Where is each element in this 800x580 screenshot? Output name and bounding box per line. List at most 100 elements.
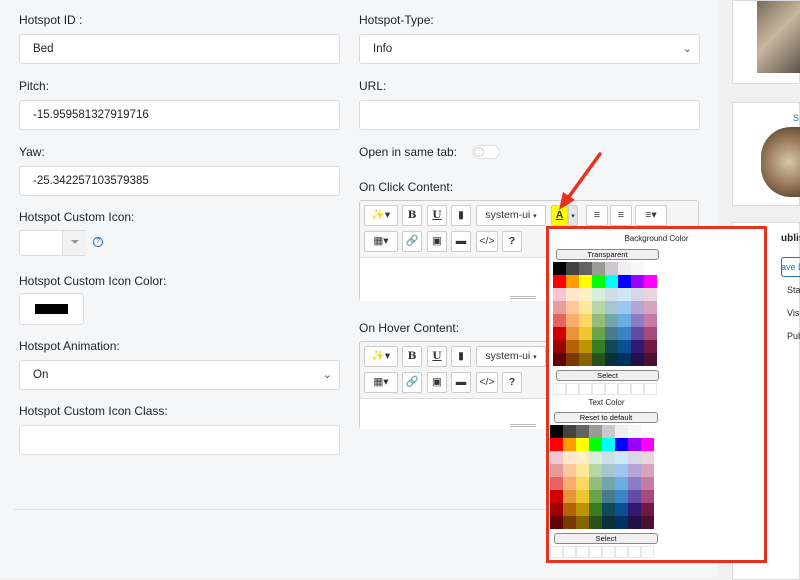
color-swatch[interactable] xyxy=(618,340,631,353)
color-swatch[interactable] xyxy=(644,314,657,327)
color-swatch[interactable] xyxy=(550,464,563,477)
color-swatch[interactable] xyxy=(641,438,654,451)
color-swatch[interactable] xyxy=(579,353,592,366)
color-swatch[interactable] xyxy=(631,262,644,275)
color-swatch[interactable] xyxy=(566,353,579,366)
color-swatch[interactable] xyxy=(566,327,579,340)
help-button[interactable]: ? xyxy=(502,231,522,252)
save-draft-button[interactable]: ave Draf xyxy=(781,257,800,277)
bold-button[interactable]: B xyxy=(402,346,422,367)
color-swatch[interactable] xyxy=(628,516,641,529)
custom-color-slot[interactable] xyxy=(553,383,566,395)
custom-color-slot[interactable] xyxy=(644,383,657,395)
underline-button[interactable]: U xyxy=(427,346,447,367)
url-input[interactable] xyxy=(359,100,700,130)
color-swatch[interactable] xyxy=(579,340,592,353)
color-swatch[interactable] xyxy=(628,425,641,438)
color-swatch[interactable] xyxy=(563,425,576,438)
custom-color-slot[interactable] xyxy=(579,383,592,395)
text-select-button[interactable]: Select xyxy=(554,533,658,544)
color-swatch[interactable] xyxy=(550,490,563,503)
font-family-button[interactable]: system-ui ▾ xyxy=(476,205,546,226)
table-button[interactable]: ▦▾ xyxy=(364,372,398,393)
color-swatch[interactable] xyxy=(631,301,644,314)
custom-color-slot[interactable] xyxy=(550,546,563,558)
color-swatch[interactable] xyxy=(631,275,644,288)
color-swatch[interactable] xyxy=(550,516,563,529)
color-swatch[interactable] xyxy=(563,516,576,529)
color-swatch[interactable] xyxy=(592,340,605,353)
help-button[interactable]: ? xyxy=(502,372,522,393)
color-swatch[interactable] xyxy=(628,503,641,516)
color-swatch[interactable] xyxy=(605,262,618,275)
color-swatch[interactable] xyxy=(566,301,579,314)
color-swatch[interactable] xyxy=(592,288,605,301)
ordered-list-button[interactable]: ≡ xyxy=(610,205,632,226)
color-swatch[interactable] xyxy=(644,301,657,314)
eraser-button[interactable]: ▮ xyxy=(451,205,471,226)
color-swatch[interactable] xyxy=(592,262,605,275)
link-button[interactable]: 🔗 xyxy=(402,231,422,252)
custom-icon-class-input[interactable] xyxy=(19,425,340,455)
color-swatch[interactable] xyxy=(566,275,579,288)
color-swatch[interactable] xyxy=(602,464,615,477)
color-swatch[interactable] xyxy=(579,288,592,301)
color-swatch[interactable] xyxy=(579,275,592,288)
color-swatch[interactable] xyxy=(589,464,602,477)
color-swatch[interactable] xyxy=(605,353,618,366)
same-tab-toggle[interactable] xyxy=(472,145,500,159)
video-button[interactable]: ▬ xyxy=(451,231,471,252)
color-swatch[interactable] xyxy=(602,490,615,503)
color-swatch[interactable] xyxy=(618,353,631,366)
color-swatch[interactable] xyxy=(553,327,566,340)
color-swatch[interactable] xyxy=(605,301,618,314)
color-swatch[interactable] xyxy=(615,425,628,438)
color-swatch[interactable] xyxy=(589,451,602,464)
color-swatch[interactable] xyxy=(615,438,628,451)
color-swatch[interactable] xyxy=(563,490,576,503)
color-swatch[interactable] xyxy=(553,262,566,275)
color-swatch[interactable] xyxy=(644,288,657,301)
color-swatch[interactable] xyxy=(576,438,589,451)
color-swatch[interactable] xyxy=(602,438,615,451)
color-swatch[interactable] xyxy=(615,503,628,516)
image-button[interactable]: ▣ xyxy=(427,231,447,252)
yaw-input[interactable]: -25.342257103579385 xyxy=(19,166,340,196)
color-swatch[interactable] xyxy=(641,490,654,503)
eraser-button[interactable]: ▮ xyxy=(451,346,471,367)
color-swatch[interactable] xyxy=(576,425,589,438)
color-swatch[interactable] xyxy=(631,288,644,301)
custom-color-slot[interactable] xyxy=(563,546,576,558)
color-swatch[interactable] xyxy=(615,490,628,503)
custom-color-slot[interactable] xyxy=(618,383,631,395)
color-swatch[interactable] xyxy=(563,451,576,464)
pitch-input[interactable]: -15.959581327919716 xyxy=(19,100,340,130)
color-swatch[interactable] xyxy=(644,275,657,288)
color-swatch[interactable] xyxy=(579,327,592,340)
color-swatch[interactable] xyxy=(641,425,654,438)
color-swatch[interactable] xyxy=(618,301,631,314)
color-swatch[interactable] xyxy=(576,516,589,529)
help-circle-icon[interactable]: ? xyxy=(93,237,103,247)
color-swatch[interactable] xyxy=(550,425,563,438)
color-swatch[interactable] xyxy=(589,438,602,451)
color-swatch[interactable] xyxy=(628,438,641,451)
color-swatch[interactable] xyxy=(566,288,579,301)
color-swatch[interactable] xyxy=(592,314,605,327)
color-swatch[interactable] xyxy=(615,516,628,529)
color-swatch[interactable] xyxy=(631,314,644,327)
color-swatch[interactable] xyxy=(618,262,631,275)
color-swatch[interactable] xyxy=(550,477,563,490)
color-swatch[interactable] xyxy=(576,503,589,516)
color-swatch[interactable] xyxy=(579,262,592,275)
video-button[interactable]: ▬ xyxy=(451,372,471,393)
color-swatch[interactable] xyxy=(550,503,563,516)
hotspot-id-input[interactable]: Bed xyxy=(19,34,340,64)
color-swatch[interactable] xyxy=(602,477,615,490)
color-swatch[interactable] xyxy=(553,288,566,301)
color-swatch[interactable] xyxy=(589,490,602,503)
color-swatch[interactable] xyxy=(553,353,566,366)
custom-color-slot[interactable] xyxy=(631,383,644,395)
color-swatch[interactable] xyxy=(641,477,654,490)
color-swatch[interactable] xyxy=(602,425,615,438)
